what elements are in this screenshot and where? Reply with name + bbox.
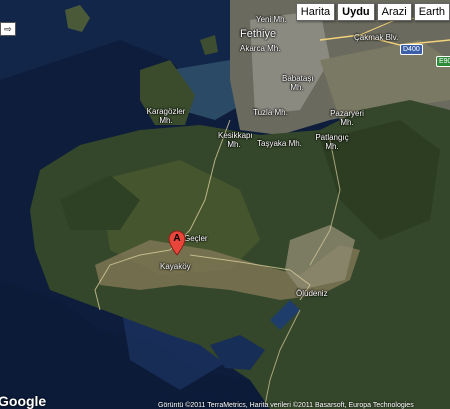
satellite-map[interactable]: Harita Uydu Arazi Earth ⇨ Yeni Mh. Fethi… [0,0,450,409]
map-type-selector: Harita Uydu Arazi Earth [294,3,450,21]
satellite-imagery [0,0,450,409]
place-label-fethiye: Fethiye [240,28,277,40]
place-label-kesikkapi: Kesikkapı Mh. [218,131,253,149]
marker-letter: A [173,233,181,244]
place-label-karagozler: Karagözler Mh. [146,107,186,125]
map-type-harita-button[interactable]: Harita [295,3,336,21]
place-label-oludeniz: Ölüdeniz [296,289,328,298]
place-label-gecler: Geçler [184,234,208,243]
road-label-cakmak: Çakmak Blv. [354,33,399,42]
place-label-tuzla: Tuzla Mh. [253,108,288,117]
place-label-tasyaka: Taşyaka Mh. [257,139,302,148]
place-label-kayakoy: Kayaköy [160,262,191,271]
place-label-akarca: Akarca Mh. [240,44,281,53]
place-label-patlangic: Patlangıç Mh. [315,133,349,151]
map-type-uydu-button[interactable]: Uydu [337,3,375,21]
pan-arrow-icon[interactable]: ⇨ [0,22,16,36]
place-label-babatasi: Babataşı Mh. [282,74,314,92]
road-shield-d400: D400 [400,44,423,55]
location-marker-a[interactable]: A [168,230,186,256]
road-shield-e90: E90 [436,56,450,67]
place-label-yeni: Yeni Mh. [256,15,287,24]
google-logo[interactable]: Google [0,393,46,409]
map-type-arazi-button[interactable]: Arazi [376,3,412,21]
map-type-earth-button[interactable]: Earth [413,3,450,21]
place-label-pazaryeri: Pazaryeri Mh. [330,109,364,127]
map-copyright: Görüntü ©2011 TerraMetrics, Harita veril… [158,402,414,409]
